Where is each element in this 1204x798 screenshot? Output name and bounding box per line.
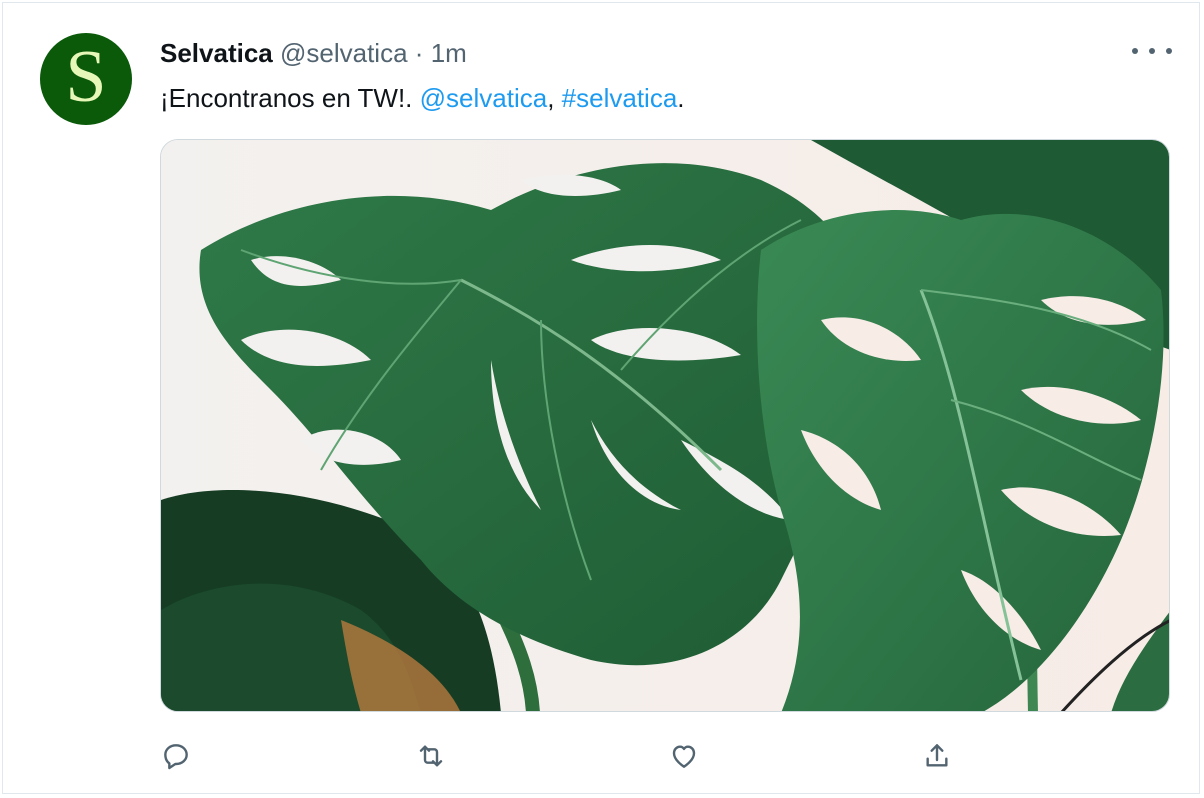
like-button[interactable] — [666, 738, 702, 774]
display-name[interactable]: Selvatica — [160, 38, 273, 68]
text-comma: , — [547, 83, 562, 113]
reply-button[interactable] — [158, 738, 194, 774]
tweet-text-suffix: . — [677, 83, 685, 113]
user-handle[interactable]: @selvatica — [280, 38, 408, 68]
more-options-icon — [1132, 48, 1138, 54]
separator-dot: · — [414, 38, 424, 68]
timestamp[interactable]: 1m — [431, 38, 467, 68]
more-options-icon — [1149, 48, 1155, 54]
tweet-text: ¡Encontranos en TW!. @selvatica, #selvat… — [160, 81, 685, 115]
share-button[interactable] — [919, 738, 955, 774]
retweet-button[interactable] — [413, 738, 449, 774]
retweet-icon — [419, 745, 443, 767]
share-icon — [926, 744, 948, 767]
tweet-text-prefix: ¡Encontranos en TW!. — [160, 83, 420, 113]
hashtag-link[interactable]: #selvatica — [562, 83, 678, 113]
heart-icon — [672, 745, 696, 768]
monstera-leaves-image — [161, 140, 1169, 711]
more-options-button[interactable] — [1132, 39, 1172, 63]
tweet-header: Selvatica @selvatica · 1m — [160, 36, 467, 70]
reply-icon — [164, 744, 188, 770]
tweet-card[interactable]: S Selvatica @selvatica · 1m ¡Encontranos… — [2, 2, 1200, 794]
avatar-letter: S — [65, 36, 107, 118]
avatar[interactable]: S — [40, 33, 132, 125]
mention-link[interactable]: @selvatica — [420, 83, 548, 113]
more-options-icon — [1166, 48, 1172, 54]
tweet-image[interactable] — [160, 139, 1170, 712]
